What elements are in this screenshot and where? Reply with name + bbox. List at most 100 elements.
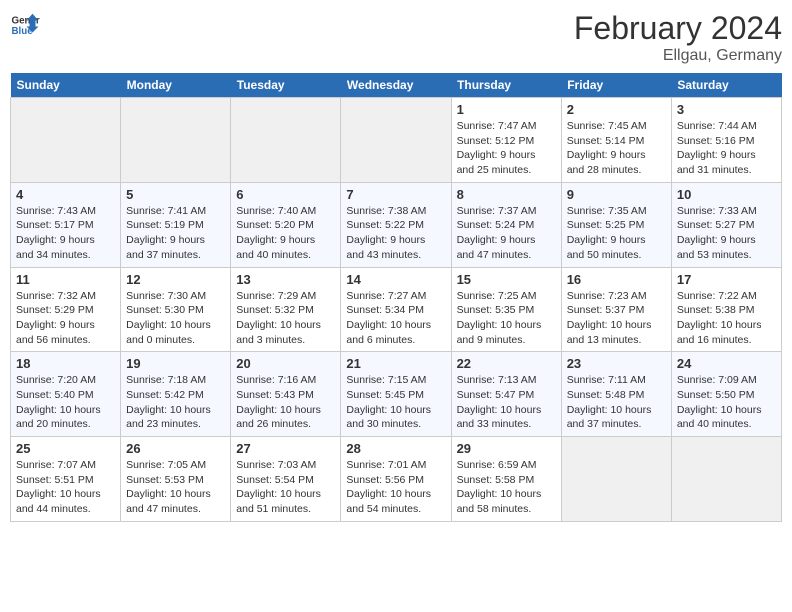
calendar-body: 1Sunrise: 7:47 AMSunset: 5:12 PMDaylight… xyxy=(11,98,782,522)
day-info: Sunrise: 7:45 AMSunset: 5:14 PMDaylight:… xyxy=(567,119,666,178)
calendar-cell-0-1 xyxy=(121,98,231,183)
calendar-cell-4-4: 29Sunrise: 6:59 AMSunset: 5:58 PMDayligh… xyxy=(451,437,561,522)
day-number: 28 xyxy=(346,441,445,456)
header-thursday: Thursday xyxy=(451,73,561,98)
day-number: 15 xyxy=(457,272,556,287)
day-number: 11 xyxy=(16,272,115,287)
day-number: 2 xyxy=(567,102,666,117)
calendar-cell-4-5 xyxy=(561,437,671,522)
sunset: Sunset: 5:20 PM xyxy=(236,219,314,231)
sunrise: Sunrise: 7:41 AM xyxy=(126,205,206,217)
sunrise: Sunrise: 7:30 AM xyxy=(126,290,206,302)
calendar-subtitle: Ellgau, Germany xyxy=(574,47,782,65)
sunset: Sunset: 5:45 PM xyxy=(346,389,424,401)
sunrise: Sunrise: 7:09 AM xyxy=(677,374,757,386)
header-monday: Monday xyxy=(121,73,231,98)
day-info: Sunrise: 7:32 AMSunset: 5:29 PMDaylight:… xyxy=(16,289,115,348)
sunrise: Sunrise: 7:20 AM xyxy=(16,374,96,386)
day-number: 26 xyxy=(126,441,225,456)
calendar-cell-3-4: 22Sunrise: 7:13 AMSunset: 5:47 PMDayligh… xyxy=(451,352,561,437)
sunrise: Sunrise: 6:59 AM xyxy=(457,459,537,471)
daylight: Daylight: 10 hours and 44 minutes. xyxy=(16,488,101,515)
day-info: Sunrise: 7:29 AMSunset: 5:32 PMDaylight:… xyxy=(236,289,335,348)
sunset: Sunset: 5:51 PM xyxy=(16,474,94,486)
daylight: Daylight: 9 hours and 34 minutes. xyxy=(16,234,95,261)
calendar-cell-1-0: 4Sunrise: 7:43 AMSunset: 5:17 PMDaylight… xyxy=(11,182,121,267)
daylight: Daylight: 10 hours and 37 minutes. xyxy=(567,404,652,431)
day-number: 14 xyxy=(346,272,445,287)
sunset: Sunset: 5:22 PM xyxy=(346,219,424,231)
sunrise: Sunrise: 7:44 AM xyxy=(677,120,757,132)
daylight: Daylight: 10 hours and 54 minutes. xyxy=(346,488,431,515)
sunrise: Sunrise: 7:29 AM xyxy=(236,290,316,302)
calendar-cell-0-0 xyxy=(11,98,121,183)
sunrise: Sunrise: 7:05 AM xyxy=(126,459,206,471)
daylight: Daylight: 10 hours and 33 minutes. xyxy=(457,404,542,431)
day-info: Sunrise: 7:23 AMSunset: 5:37 PMDaylight:… xyxy=(567,289,666,348)
calendar-cell-2-6: 17Sunrise: 7:22 AMSunset: 5:38 PMDayligh… xyxy=(671,267,781,352)
daylight: Daylight: 9 hours and 28 minutes. xyxy=(567,149,646,176)
calendar-cell-3-1: 19 Sunrise: 7:18 AMSunset: 5:42 PMDayligh… xyxy=(121,352,231,437)
calendar-cell-4-1: 26Sunrise: 7:05 AMSunset: 5:53 PMDayligh… xyxy=(121,437,231,522)
calendar-cell-3-5: 23 Sunrise: 7:11 AM Sunset: 5:48 PM Dayligh… xyxy=(561,352,671,437)
calendar-cell-0-3 xyxy=(341,98,451,183)
day-info: Sunrise: 7:25 AMSunset: 5:35 PMDaylight:… xyxy=(457,289,556,348)
day-info: Sunrise: 7:35 AMSunset: 5:25 PMDaylight:… xyxy=(567,204,666,263)
sunset: Sunset: 5:58 PM xyxy=(457,474,535,486)
day-info: Sunrise: 7:37 AMSunset: 5:24 PMDaylight:… xyxy=(457,204,556,263)
day-number: 10 xyxy=(677,187,776,202)
sunset: Sunset: 5:38 PM xyxy=(677,304,755,316)
calendar-cell-3-2: 20Sunrise: 7:16 AMSunset: 5:43 PMDayligh… xyxy=(231,352,341,437)
calendar-cell-1-2: 6Sunrise: 7:40 AMSunset: 5:20 PMDaylight… xyxy=(231,182,341,267)
daylight: Daylight: 9 hours and 25 minutes. xyxy=(457,149,536,176)
day-number: 23 xyxy=(567,356,666,371)
calendar-cell-2-2: 13Sunrise: 7:29 AMSunset: 5:32 PMDayligh… xyxy=(231,267,341,352)
sunset: Sunset: 5:32 PM xyxy=(236,304,314,316)
sunrise: Sunrise: 7:22 AM xyxy=(677,290,757,302)
page-header: General Blue General Blue February 2024 … xyxy=(10,10,782,65)
daylight: Daylight: 9 hours and 53 minutes. xyxy=(677,234,756,261)
day-info: Sunrise: 7:30 AMSunset: 5:30 PMDaylight:… xyxy=(126,289,225,348)
sunset: Sunset: 5:24 PM xyxy=(457,219,535,231)
day-info: Sunrise: 7:41 AMSunset: 5:19 PMDaylight:… xyxy=(126,204,225,263)
day-info: Sunrise: 7:15 AMSunset: 5:45 PMDaylight:… xyxy=(346,373,445,432)
calendar-cell-2-4: 15 Sunrise: 7:25 AMSunset: 5:35 PMDayligh… xyxy=(451,267,561,352)
day-number: 9 xyxy=(567,187,666,202)
header-saturday: Saturday xyxy=(671,73,781,98)
sunset: Sunset: 5:53 PM xyxy=(126,474,204,486)
day-info: Sunrise: 7:44 AMSunset: 5:16 PMDaylight:… xyxy=(677,119,776,178)
day-info: Sunrise: 7:38 AMSunset: 5:22 PMDaylight:… xyxy=(346,204,445,263)
day-number: 25 xyxy=(16,441,115,456)
sunrise: Sunrise: 7:11 AM xyxy=(567,374,646,386)
day-info: Sunrise: 7:33 AMSunset: 5:27 PMDaylight:… xyxy=(677,204,776,263)
title-block: February 2024 Ellgau, Germany xyxy=(574,10,782,65)
sunrise: Sunrise: 7:38 AM xyxy=(346,205,426,217)
calendar-table: Sunday Monday Tuesday Wednesday Thursday… xyxy=(10,73,782,522)
day-number: 29 xyxy=(457,441,556,456)
day-number: 1 xyxy=(457,102,556,117)
day-number: 17 xyxy=(677,272,776,287)
calendar-cell-4-6 xyxy=(671,437,781,522)
sunset: Sunset: 5:35 PM xyxy=(457,304,535,316)
sunset: Sunset: 5:48 PM xyxy=(567,389,645,401)
daylight: Daylight: 9 hours and 31 minutes. xyxy=(677,149,756,176)
daylight: Daylight: 10 hours and 26 minutes. xyxy=(236,404,321,431)
sunset: Sunset: 5:12 PM xyxy=(457,135,535,147)
day-number: 8 xyxy=(457,187,556,202)
calendar-week-1: 4Sunrise: 7:43 AMSunset: 5:17 PMDaylight… xyxy=(11,182,782,267)
day-info: Sunrise: 7:18 AMSunset: 5:42 PMDaylight:… xyxy=(126,373,225,432)
daylight: Daylight: 10 hours and 20 minutes. xyxy=(16,404,101,431)
sunrise: Sunrise: 7:35 AM xyxy=(567,205,647,217)
calendar-cell-1-4: 8 Sunrise: 7:37 AMSunset: 5:24 PMDaylight… xyxy=(451,182,561,267)
day-info: Sunrise: 7:07 AMSunset: 5:51 PMDaylight:… xyxy=(16,458,115,517)
day-info: Sunrise: 7:20 AMSunset: 5:40 PMDaylight:… xyxy=(16,373,115,432)
daylight: Daylight: 10 hours and 0 minutes. xyxy=(126,319,211,346)
header-sunday: Sunday xyxy=(11,73,121,98)
calendar-cell-1-1: 5Sunrise: 7:41 AMSunset: 5:19 PMDaylight… xyxy=(121,182,231,267)
day-number: 19 xyxy=(126,356,225,371)
sunrise: Sunrise: 7:13 AM xyxy=(457,374,537,386)
sunset: Sunset: 5:25 PM xyxy=(567,219,645,231)
calendar-cell-4-0: 25 Sunrise: 7:07 AMSunset: 5:51 PMDayligh… xyxy=(11,437,121,522)
calendar-cell-2-5: 16Sunrise: 7:23 AMSunset: 5:37 PMDayligh… xyxy=(561,267,671,352)
header-friday: Friday xyxy=(561,73,671,98)
